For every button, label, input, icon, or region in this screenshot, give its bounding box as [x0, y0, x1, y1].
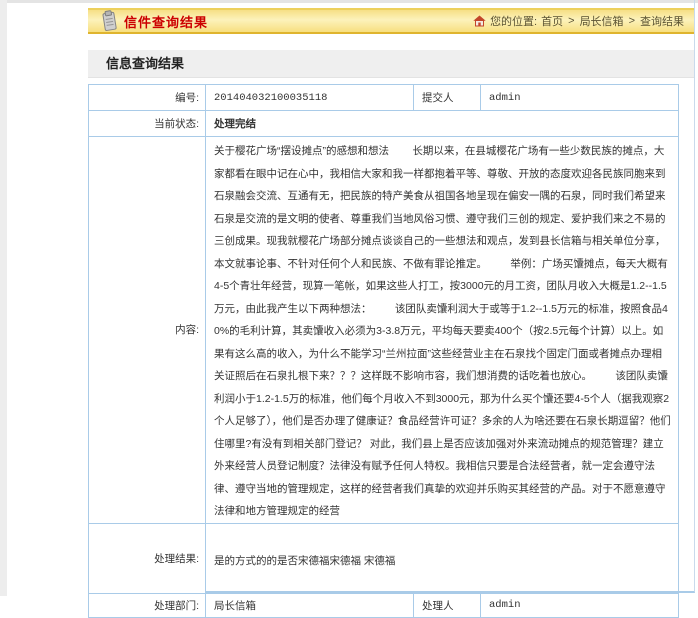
content-label: 内容: — [89, 137, 206, 524]
status-value: 处理完结 — [206, 111, 679, 137]
submitter-value: admin — [481, 85, 679, 111]
breadcrumb-prefix: 您的位置: — [490, 13, 537, 29]
handler-label: 处理人 — [414, 593, 481, 617]
section-title-bar: 信息查询结果 — [88, 50, 694, 78]
table-row-status: 当前状态: 处理完结 — [89, 111, 679, 137]
status-label: 当前状态: — [89, 111, 206, 137]
window-left-edge — [0, 0, 7, 596]
result-value: 是的方式的的是否宋德福宋德福 宋德福 — [206, 523, 679, 593]
mail-icon — [100, 10, 118, 33]
table-row-content: 内容: 关于樱花广场“摆设摊点”的感想和想法 长期以来，在县城樱花广场有一些少数… — [89, 137, 679, 524]
breadcrumb-home-link[interactable]: 首页 — [541, 13, 563, 29]
breadcrumb-mailbox-link[interactable]: 局长信箱 — [580, 13, 624, 29]
number-value: 201404032100035118 — [206, 85, 414, 111]
table-row-result: 处理结果: 是的方式的的是否宋德福宋德福 宋德福 — [89, 523, 679, 593]
content-area: 信件查询结果 您的位置: 首页 > 局长信箱 > 查询结果 信息查询结果 编 — [88, 0, 695, 593]
content-value: 关于樱花广场“摆设摊点”的感想和想法 长期以来，在县城樱花广场有一些少数民族的摊… — [206, 137, 679, 524]
page-header-bar: 信件查询结果 您的位置: 首页 > 局长信箱 > 查询结果 — [88, 8, 694, 34]
department-label: 处理部门: — [89, 593, 206, 617]
table-row-number: 编号: 201404032100035118 提交人 admin — [89, 85, 679, 111]
page-title: 信件查询结果 — [124, 12, 208, 31]
number-label: 编号: — [89, 85, 206, 111]
submitter-label: 提交人 — [414, 85, 481, 111]
breadcrumb-current: 查询结果 — [640, 13, 684, 29]
handler-value: admin — [481, 593, 679, 617]
section-title: 信息查询结果 — [106, 56, 184, 71]
department-value: 局长信箱 — [206, 593, 414, 617]
page-header-left: 信件查询结果 — [100, 10, 208, 33]
table-row-department: 处理部门: 局长信箱 处理人 admin — [89, 593, 679, 617]
breadcrumb-separator: > — [568, 15, 574, 27]
breadcrumb-separator: > — [629, 15, 635, 27]
breadcrumb: 您的位置: 首页 > 局长信箱 > 查询结果 — [473, 13, 684, 29]
letter-detail-table: 编号: 201404032100035118 提交人 admin 当前状态: 处… — [88, 84, 679, 618]
result-label: 处理结果: — [89, 523, 206, 593]
home-icon — [473, 15, 486, 27]
